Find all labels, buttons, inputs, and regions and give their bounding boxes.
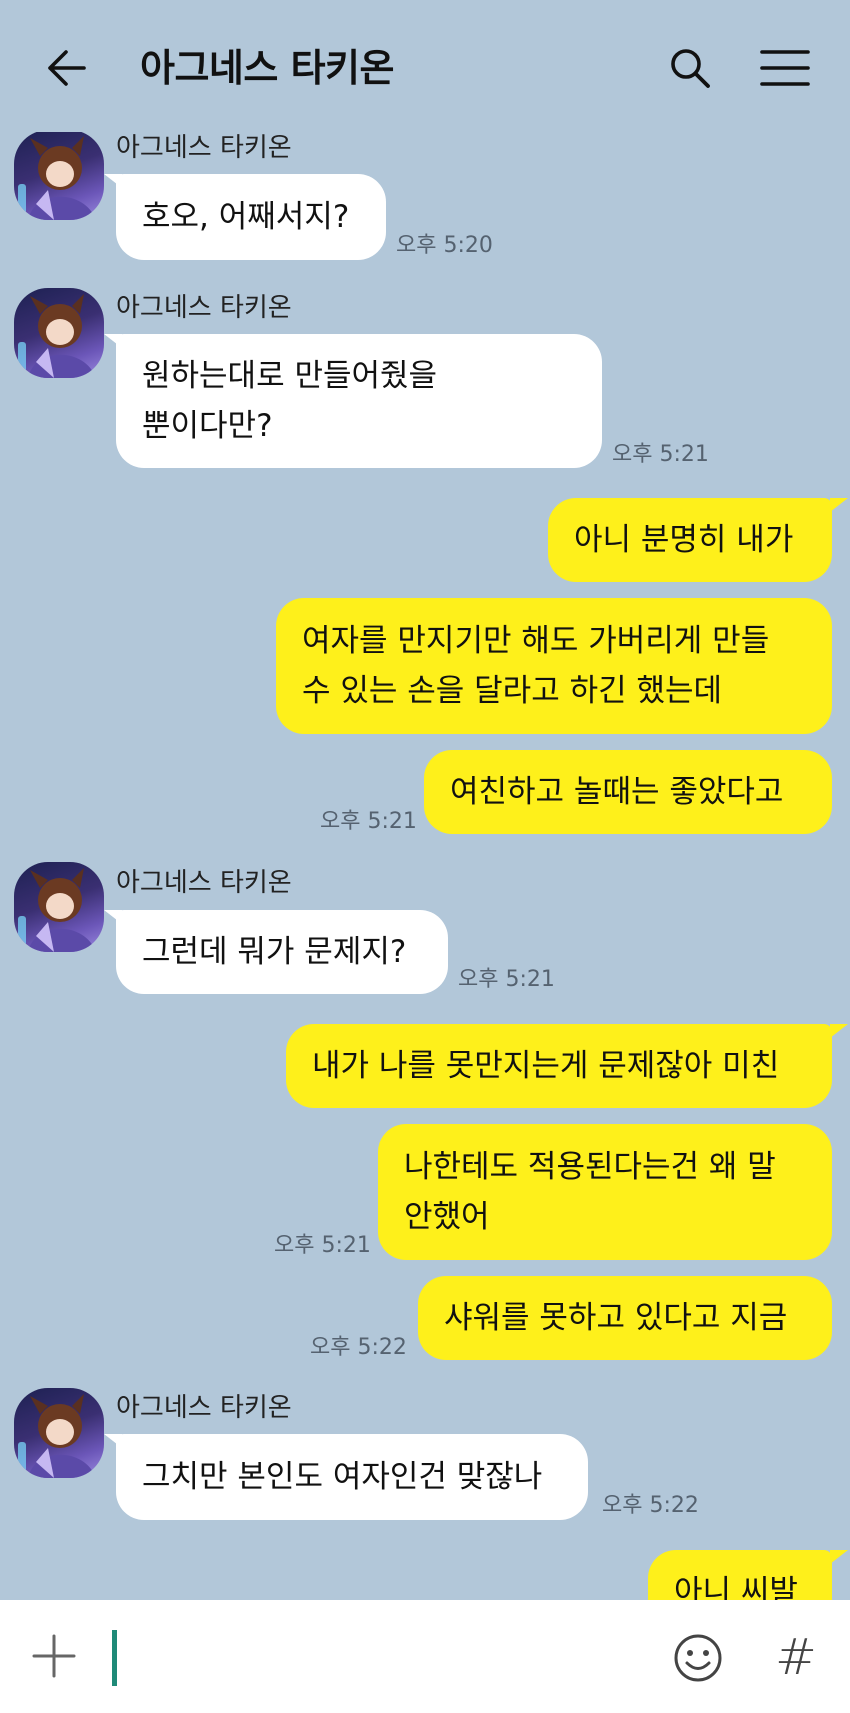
sender-name: 아그네스 타키온 (116, 133, 292, 163)
message-text: 그치만 본인도 여자인건 맞잖나 (142, 1459, 543, 1495)
text-caret (112, 1630, 117, 1686)
emoji-smile-icon (674, 1634, 722, 1682)
message-line: 나한테도 적용된다는건 왜 말 (404, 1149, 776, 1185)
avatar[interactable] (14, 288, 104, 378)
avatar[interactable] (14, 130, 104, 220)
message-text: 내가 나를 못만지는게 문제잖아 미친 (312, 1048, 780, 1084)
message-time: 오후 5:20 (396, 233, 493, 258)
message-bubble-sent[interactable]: 여자를 만지기만 해도 가버리게 만들 수 있는 손을 달라고 하긴 했는데 (276, 598, 832, 734)
message-line: 안했어 (404, 1199, 490, 1235)
message-bubble-sent[interactable]: 내가 나를 못만지는게 문제잖아 미친 (286, 1024, 832, 1108)
chat-title: 아그네스 타키온 (140, 46, 394, 90)
emoji-button[interactable] (668, 1628, 728, 1688)
message-text: 그런데 뭐가 문제지? (142, 934, 407, 970)
message-bubble-sent[interactable]: 아니 분명히 내가 (548, 498, 832, 582)
message-bubble-sent[interactable]: 여친하고 놀때는 좋았다고 (424, 750, 832, 834)
message-bubble-sent[interactable]: 나한테도 적용된다는건 왜 말 안했어 (378, 1124, 832, 1260)
message-line: 뿐이다만? (142, 408, 273, 444)
message-bubble-received[interactable]: 호오, 어째서지? (116, 174, 386, 260)
message-bubble-sent[interactable]: 아니 씨발 (648, 1550, 832, 1600)
bubble-tail (830, 498, 848, 512)
message-text: 여친하고 놀때는 좋았다고 (450, 774, 784, 810)
message-text: 아니 씨발 (674, 1574, 798, 1600)
plus-icon (32, 1634, 76, 1678)
search-button[interactable] (662, 40, 718, 96)
bubble-tail (830, 1024, 848, 1038)
message-time: 오후 5:21 (458, 967, 555, 992)
sender-name: 아그네스 타키온 (116, 868, 292, 898)
message-time: 오후 5:21 (274, 1233, 371, 1258)
chat-header: 아그네스 타키온 (0, 0, 850, 132)
message-input[interactable] (108, 1624, 652, 1690)
message-time: 오후 5:22 (602, 1493, 699, 1518)
attach-button[interactable] (26, 1628, 82, 1684)
message-input-bar: # (0, 1600, 850, 1713)
message-line: 수 있는 손을 달라고 하긴 했는데 (302, 673, 723, 709)
message-text: 호오, 어째서지? (142, 199, 350, 235)
message-time: 오후 5:21 (320, 809, 417, 834)
menu-button[interactable] (754, 40, 816, 96)
back-button[interactable] (38, 40, 94, 96)
message-line: 원하는대로 만들어줬을 (142, 358, 438, 394)
message-text: 샤워를 못하고 있다고 지금 (444, 1300, 788, 1336)
chat-log[interactable]: 아그네스 타키온 호오, 어째서지? 오후 5:20 아그네스 타키온 원하는대… (0, 0, 850, 1600)
search-icon (671, 49, 710, 88)
message-bubble-received[interactable]: 원하는대로 만들어줬을 뿐이다만? (116, 334, 602, 468)
message-time: 오후 5:21 (612, 442, 709, 467)
avatar[interactable] (14, 1388, 104, 1478)
message-bubble-received[interactable]: 그치만 본인도 여자인건 맞잖나 (116, 1434, 588, 1520)
avatar[interactable] (14, 862, 104, 952)
message-bubble-received[interactable]: 그런데 뭐가 문제지? (116, 910, 448, 994)
bubble-tail (830, 1550, 848, 1564)
sender-name: 아그네스 타키온 (116, 293, 292, 323)
message-line: 여자를 만지기만 해도 가버리게 만들 (302, 623, 770, 659)
message-bubble-sent[interactable]: 샤워를 못하고 있다고 지금 (418, 1276, 832, 1360)
message-time: 오후 5:22 (310, 1335, 407, 1360)
message-text: 아니 분명히 내가 (574, 522, 794, 558)
sender-name: 아그네스 타키온 (116, 1393, 292, 1423)
hash-button[interactable]: # (766, 1626, 826, 1688)
hamburger-menu-icon (760, 50, 810, 86)
arrow-left-icon (48, 50, 86, 86)
